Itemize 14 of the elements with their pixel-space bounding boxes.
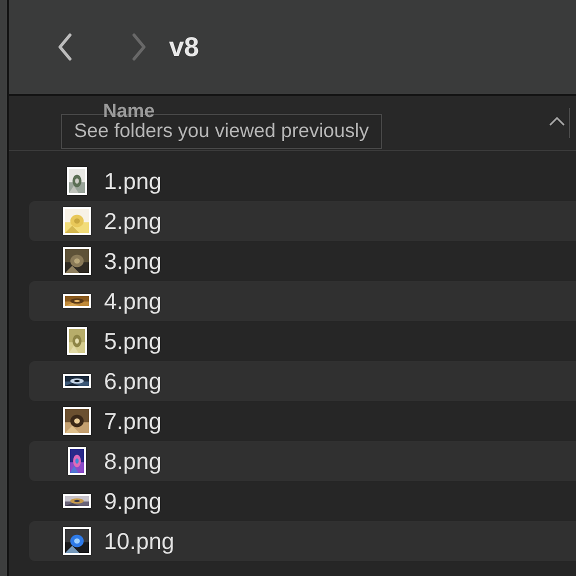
file-name[interactable]: 6.png (104, 368, 162, 394)
file-name[interactable]: 2.png (104, 208, 162, 234)
file-name[interactable]: 1.png (104, 168, 162, 194)
file-name[interactable]: 8.png (104, 448, 162, 474)
back-icon (57, 33, 73, 61)
file-name[interactable]: 9.png (104, 488, 162, 514)
forward-icon (131, 33, 147, 61)
folder-title: v8 (169, 32, 200, 62)
file-name[interactable]: 10.png (104, 528, 174, 554)
file-name[interactable]: 3.png (104, 248, 162, 274)
chevron-up-icon[interactable] (549, 116, 565, 126)
file-name[interactable]: 5.png (104, 328, 162, 354)
file-name[interactable]: 7.png (104, 408, 162, 434)
file-name[interactable]: 4.png (104, 288, 162, 314)
